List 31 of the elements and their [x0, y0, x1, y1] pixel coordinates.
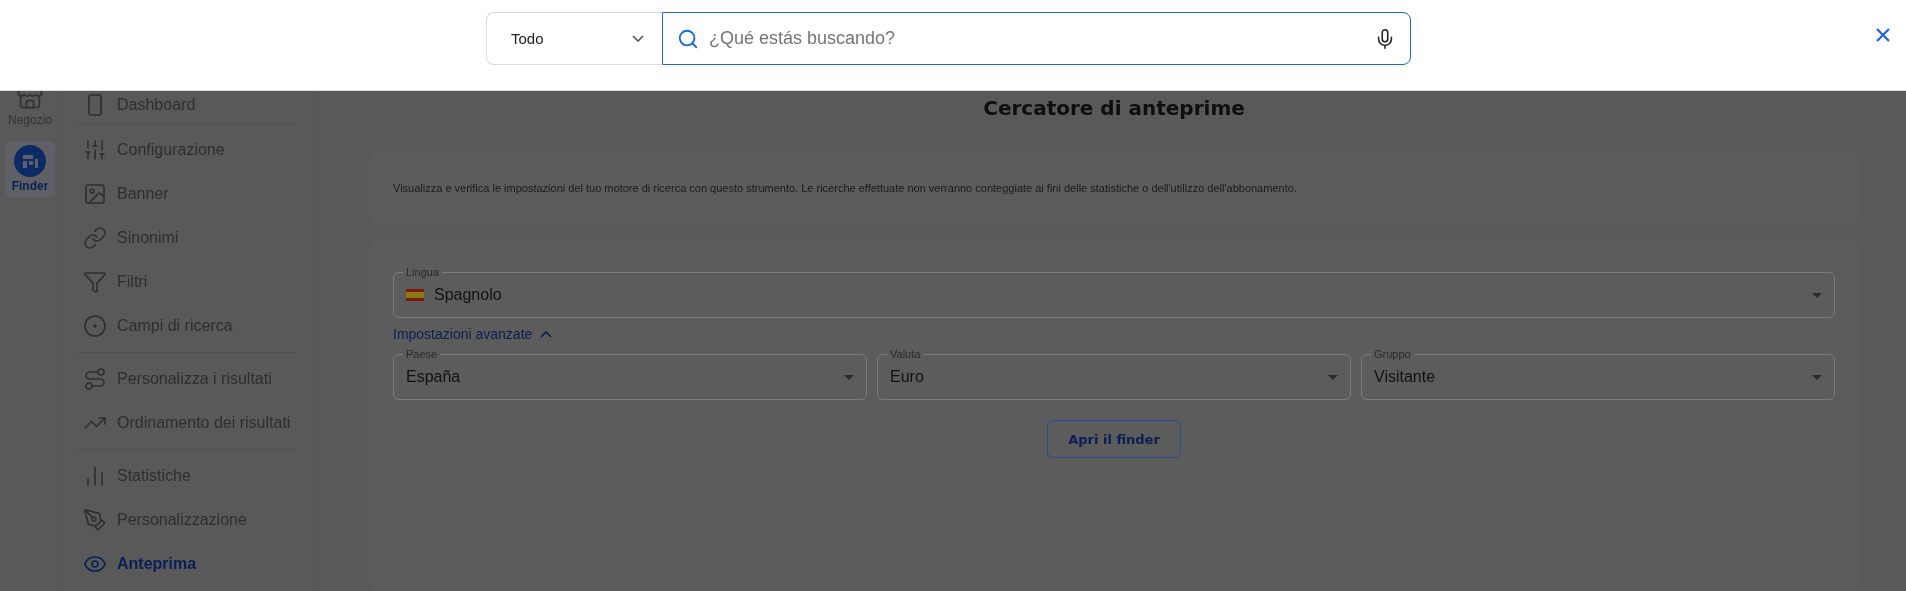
field-value: Spagnolo — [434, 286, 503, 304]
open-finder-button[interactable]: Apri il finder — [1047, 420, 1181, 458]
logo-icon — [14, 145, 46, 177]
nav-item[interactable]: Anteprima — [77, 542, 297, 586]
filter-icon — [83, 270, 107, 294]
target-icon — [83, 314, 107, 338]
dropdown-caret-icon — [1812, 292, 1822, 298]
chevron-up-icon — [540, 330, 553, 338]
close-icon — [1876, 28, 1890, 42]
scope-select[interactable]: Todo — [486, 12, 662, 65]
description-text: Visualizza e verifica le impostazioni del tuo motore di ricerca con questo strumento. Le ricerche effettuate non verranno conteggiate ai fini delle statistiche o dell'utilizzo dell'abbonamento. — [393, 182, 1298, 194]
dropdown-caret-icon — [844, 374, 854, 380]
field-value: Visitante — [1374, 368, 1437, 386]
close-button[interactable] — [1874, 26, 1892, 44]
link-icon — [83, 226, 107, 250]
rail-item[interactable]: Finder — [5, 141, 55, 197]
chevron-down-icon — [632, 35, 644, 42]
flag-icon — [406, 289, 424, 301]
image-icon — [83, 182, 107, 206]
field-value: España — [406, 368, 462, 386]
dropdown-caret-icon — [1328, 374, 1338, 380]
advanced-settings-toggle[interactable]: Impostazioni avanzate — [393, 326, 553, 342]
search-bar[interactable]: ¿Qué estás buscando? — [662, 12, 1411, 65]
field-value: Euro — [890, 368, 925, 386]
sliders-icon — [83, 138, 107, 162]
dropdown-caret-icon — [1812, 374, 1822, 380]
page-title: Cercatore di anteprime — [983, 96, 1245, 120]
pen-tool-icon — [83, 508, 107, 532]
search-input[interactable]: ¿Qué estás buscando? — [707, 27, 1366, 50]
search-icon — [677, 27, 699, 50]
route-icon — [83, 367, 107, 391]
